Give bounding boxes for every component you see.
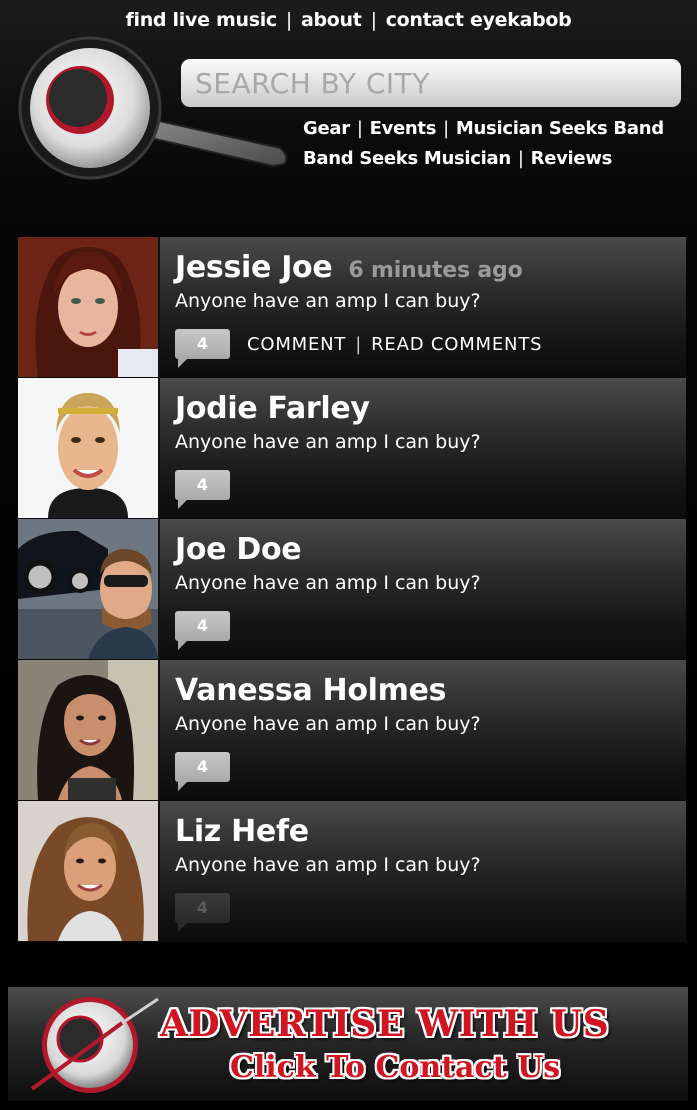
post-message: Anyone have an amp I can buy? — [175, 854, 481, 876]
post-row: Joe Doe Anyone have an amp I can buy? 4 — [18, 519, 686, 660]
avatar[interactable] — [18, 378, 160, 518]
comment-link[interactable]: COMMENT — [247, 334, 346, 355]
reviews-link[interactable]: Reviews — [531, 148, 613, 169]
poster-name[interactable]: Vanessa Holmes — [175, 673, 447, 708]
post-actions: 4 COMMENT | READ COMMENTS — [175, 329, 542, 368]
poster-name[interactable]: Liz Hefe — [175, 814, 309, 849]
comment-count-bubble[interactable]: 4 — [175, 893, 230, 932]
post-time: 6 minutes ago — [348, 258, 523, 283]
post-actions: 4 — [175, 752, 230, 791]
comment-count-bubble[interactable]: 4 — [175, 611, 230, 650]
eyekabob-logo-small-icon — [30, 997, 159, 1093]
advertise-title[interactable]: ADVERTISE WITH US — [160, 1003, 609, 1045]
post-actions: 4 — [175, 611, 230, 650]
poster-name[interactable]: Joe Doe — [175, 532, 302, 567]
contact-link[interactable]: contact eyekabob — [386, 9, 572, 31]
link-separator: | — [355, 333, 363, 355]
nav-separator: | — [356, 118, 363, 139]
post-actions: 4 — [175, 470, 230, 509]
musician-seeks-band-link[interactable]: Musician Seeks Band — [456, 118, 664, 139]
nav-separator: | — [443, 118, 449, 139]
post-info: Jessie Joe 6 minutes ago Anyone have an a… — [160, 237, 686, 377]
post-feed: Jessie Joe 6 minutes ago Anyone have an a… — [18, 237, 686, 942]
top-nav: find live music | about | contact eyekabob — [0, 9, 697, 31]
poster-name[interactable]: Jodie Farley — [175, 391, 370, 426]
comment-count-bubble[interactable]: 4 — [175, 329, 230, 368]
poster-name[interactable]: Jessie Joe — [175, 250, 333, 285]
post-row: Liz Hefe Anyone have an amp I can buy? 4 — [18, 801, 686, 942]
post-actions: 4 — [175, 893, 230, 932]
category-nav: Gear | Events | Musician Seeks Band Band See… — [303, 114, 693, 174]
comment-links: COMMENT | READ COMMENTS — [247, 334, 542, 355]
search-city-input[interactable] — [181, 59, 681, 107]
gear-link[interactable]: Gear — [303, 118, 350, 139]
post-row: Jodie Farley Anyone have an amp I can bu… — [18, 378, 686, 519]
post-row: Vanessa Holmes Anyone have an amp I can … — [18, 660, 686, 801]
post-info: Jodie Farley Anyone have an amp I can bu… — [160, 378, 686, 518]
post-message: Anyone have an amp I can buy? — [175, 431, 481, 453]
avatar[interactable] — [18, 660, 160, 800]
avatar[interactable] — [18, 237, 160, 377]
nav-separator: | — [517, 148, 524, 169]
about-link[interactable]: about — [301, 9, 362, 31]
post-message: Anyone have an amp I can buy? — [175, 572, 481, 594]
comment-count-bubble[interactable]: 4 — [175, 752, 230, 791]
post-message: Anyone have an amp I can buy? — [175, 290, 481, 312]
nav-separator: | — [285, 9, 292, 31]
nav-separator: | — [370, 9, 377, 31]
avatar[interactable] — [18, 801, 160, 941]
advertise-banner[interactable]: ADVERTISE WITH US Click To Contact Us — [8, 987, 688, 1101]
post-info: Joe Doe Anyone have an amp I can buy? 4 — [160, 519, 686, 659]
avatar[interactable] — [18, 519, 160, 659]
events-link[interactable]: Events — [370, 118, 437, 139]
post-info: Liz Hefe Anyone have an amp I can buy? 4 — [160, 801, 686, 941]
find-live-music-link[interactable]: find live music — [126, 9, 278, 31]
read-comments-link[interactable]: READ COMMENTS — [371, 334, 542, 355]
post-row: Jessie Joe 6 minutes ago Anyone have an a… — [18, 237, 686, 378]
post-info: Vanessa Holmes Anyone have an amp I can … — [160, 660, 686, 800]
band-seeks-musician-link[interactable]: Band Seeks Musician — [303, 148, 511, 169]
contact-us-link[interactable]: Click To Contact Us — [230, 1050, 560, 1085]
post-message: Anyone have an amp I can buy? — [175, 713, 481, 735]
comment-count-bubble[interactable]: 4 — [175, 470, 230, 509]
